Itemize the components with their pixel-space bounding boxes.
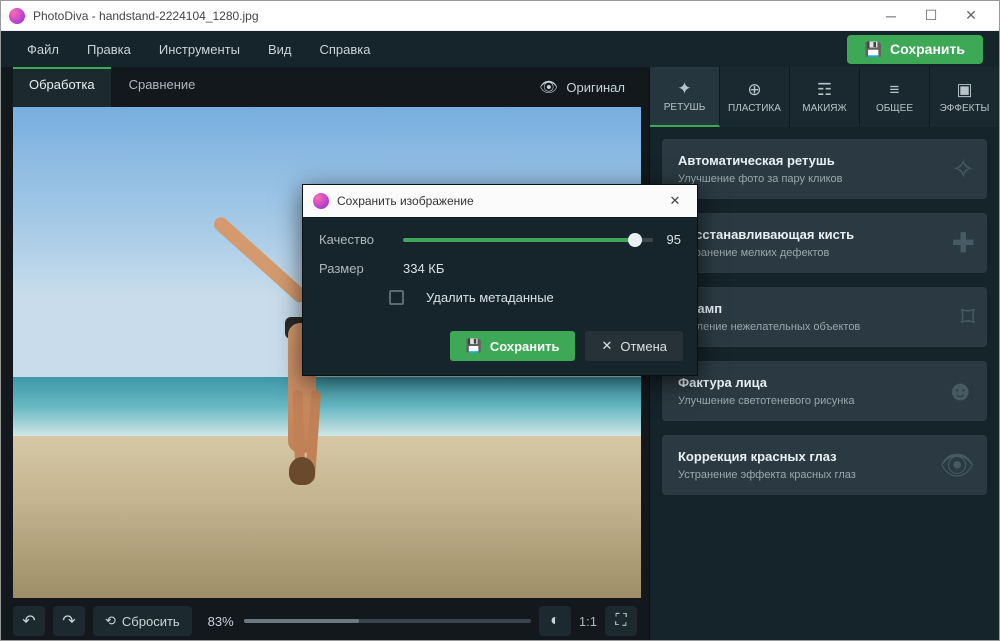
window-title: PhotoDiva - handstand-2224104_1280.jpg [33,9,871,23]
makeup-icon: ☶ [817,80,832,100]
preset-healing-brush[interactable]: Восстанавливающая кисть Устранение мелки… [662,213,987,273]
delete-metadata-checkbox[interactable] [389,290,404,305]
tab-compare[interactable]: Сравнение [113,67,212,107]
redo-icon: ↷ [62,611,75,631]
reset-button[interactable]: ⟲ Сбросить [93,606,192,636]
delete-metadata-label: Удалить метаданные [426,290,554,305]
tool-liquify[interactable]: ⊕ ПЛАСТИКА [720,67,790,127]
preset-title: Штамп [678,301,927,316]
preset-desc: Улучшение светотеневого рисунка [678,395,927,407]
menu-edit[interactable]: Правка [73,36,145,63]
dialog-title: Сохранить изображение [337,194,663,208]
reset-label: Сбросить [122,614,180,629]
tool-label: ПЛАСТИКА [728,103,781,114]
undo-icon: ↶ [22,611,35,631]
general-icon: ≡ [890,80,900,100]
minimize-button[interactable]: ─ [871,2,911,30]
undo-button[interactable]: ↶ [13,606,45,636]
preset-desc: Устранение эффекта красных глаз [678,469,927,481]
app-logo-icon [313,193,329,209]
reset-icon: ⟲ [105,613,116,629]
zoom-control: 83% [200,614,531,629]
tool-retouch[interactable]: ✦ РЕТУШЬ [650,67,720,127]
dialog-save-button[interactable]: 💾 Сохранить [450,331,576,361]
dialog-cancel-label: Отмена [620,339,667,354]
preset-desc: Устранение мелких дефектов [678,247,927,259]
liquify-icon: ⊕ [747,80,761,100]
tool-general[interactable]: ≡ ОБЩЕЕ [860,67,930,127]
app-logo-icon [9,8,25,24]
menu-file[interactable]: Файл [13,36,73,63]
dialog-close-button[interactable]: ✕ [663,193,687,209]
stamp-icon: ⌑ [961,301,975,334]
quality-label: Качество [319,232,389,247]
menubar: Файл Правка Инструменты Вид Справка 💾 Со… [1,31,999,67]
face-icon: ☻ [946,375,975,407]
redo-button[interactable]: ↷ [53,606,85,636]
preset-desc: Удаление нежелательных объектов [678,321,927,333]
size-value: 334 КБ [403,261,444,276]
tool-effects[interactable]: ▣ ЭФФЕКТЫ [930,67,999,127]
zoom-slider[interactable] [244,619,531,623]
view-tabs: Обработка Сравнение 👁 Оригинал [1,67,649,107]
preset-face-texture[interactable]: Фактура лица Улучшение светотеневого рис… [662,361,987,421]
tool-label: ЭФФЕКТЫ [940,103,990,114]
dialog-actions: 💾 Сохранить ✕ Отмена [303,321,697,375]
preset-list: Автоматическая ретушь Улучшение фото за … [650,127,999,640]
preset-title: Восстанавливающая кисть [678,227,927,242]
save-dialog: Сохранить изображение ✕ Качество 95 Разм… [302,184,698,376]
zoom-value: 83% [200,614,234,629]
dialog-header: Сохранить изображение ✕ [303,185,697,218]
window-controls: ─ ☐ ✕ [871,2,991,30]
retouch-icon: ✦ [677,79,691,99]
menu-tools[interactable]: Инструменты [145,36,254,63]
preset-title: Автоматическая ретушь [678,153,927,168]
quality-row: Качество 95 [319,232,681,247]
tool-label: РЕТУШЬ [664,102,706,113]
menu-help[interactable]: Справка [305,36,384,63]
tool-label: ОБЩЕЕ [876,103,913,114]
dialog-body: Качество 95 Размер 334 КБ Удалить метада… [303,218,697,321]
effects-icon: ▣ [956,80,972,100]
titlebar: PhotoDiva - handstand-2224104_1280.jpg ─… [1,1,999,31]
maximize-button[interactable]: ☐ [911,2,951,30]
preset-desc: Улучшение фото за пару кликов [678,173,927,185]
bottom-toolbar: ↶ ↷ ⟲ Сбросить 83% ◐ 1:1 ⛶ [1,602,649,640]
original-label: Оригинал [566,80,625,95]
aspect-ratio: 1:1 [579,614,597,629]
fullscreen-icon: ⛶ [615,612,626,630]
preset-stamp[interactable]: Штамп Удаление нежелательных объектов ⌑ [662,287,987,347]
slider-knob[interactable] [628,233,642,247]
preset-auto-retouch[interactable]: Автоматическая ретушь Улучшение фото за … [662,139,987,199]
fullscreen-button[interactable]: ⛶ [605,606,637,636]
tools-panel: ✦ РЕТУШЬ ⊕ ПЛАСТИКА ☶ МАКИЯЖ ≡ ОБЩЕЕ ▣ [649,67,999,640]
bandage-icon: ✚ [952,227,975,260]
save-button[interactable]: 💾 Сохранить [847,35,983,64]
fit-user-icon[interactable]: ◐ [539,606,571,636]
save-icon: 💾 [466,338,482,354]
eye-icon: 👁 [939,449,975,482]
menu-view[interactable]: Вид [254,36,306,63]
close-icon: ✕ [601,338,612,354]
preset-red-eye[interactable]: Коррекция красных глаз Устранение эффект… [662,435,987,495]
size-row: Размер 334 КБ [319,261,681,276]
dialog-save-label: Сохранить [490,339,560,354]
eye-icon: 👁 [539,78,558,96]
size-label: Размер [319,261,389,276]
sparkle-icon: ✧ [952,153,975,186]
metadata-row: Удалить метаданные [319,290,681,305]
tool-label: МАКИЯЖ [802,103,846,114]
preset-title: Фактура лица [678,375,927,390]
original-toggle[interactable]: 👁 Оригинал [523,67,641,107]
preset-title: Коррекция красных глаз [678,449,927,464]
close-button[interactable]: ✕ [951,2,991,30]
save-icon: 💾 [865,41,882,58]
quality-value: 95 [667,232,681,247]
tab-process[interactable]: Обработка [13,67,111,107]
tool-makeup[interactable]: ☶ МАКИЯЖ [790,67,860,127]
save-button-label: Сохранить [890,41,965,57]
tool-category-strip: ✦ РЕТУШЬ ⊕ ПЛАСТИКА ☶ МАКИЯЖ ≡ ОБЩЕЕ ▣ [650,67,999,127]
dialog-cancel-button[interactable]: ✕ Отмена [585,331,683,361]
quality-slider[interactable] [403,238,653,242]
